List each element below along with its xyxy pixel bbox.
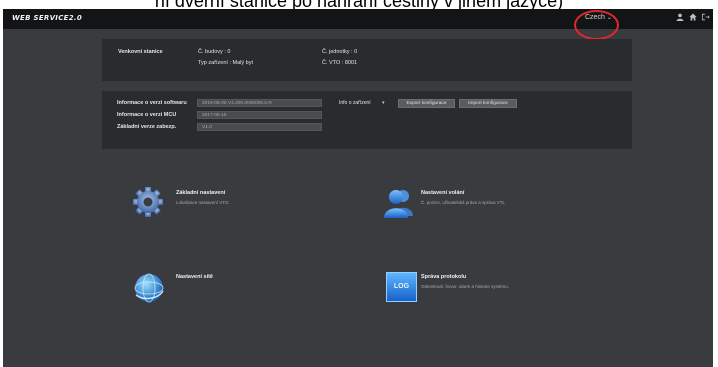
log-management-desc: Odemknutí, hovor, alarm a historie systé… bbox=[421, 284, 510, 289]
device-type: Typ zařízení : Malý byt bbox=[198, 60, 254, 66]
call-settings-tile[interactable]: Nastavení volání Č. pozice, uživatelská … bbox=[383, 184, 583, 224]
software-version-label: Informace o verzi softwaru bbox=[117, 100, 187, 106]
web-service-app: WEB SERVICE2.0 Czech ⌄ Venkovní stanice Č… bbox=[3, 9, 713, 367]
globe-icon bbox=[134, 273, 164, 303]
building-number: Č. budovy : 0 bbox=[198, 49, 231, 55]
software-info-panel: Informace o verzi softwaru 2019-05-05 V4… bbox=[102, 91, 632, 149]
network-settings-tile[interactable]: Nastavení sítě bbox=[130, 269, 330, 313]
app-logo: WEB SERVICE2.0 bbox=[12, 14, 83, 22]
import-config-button[interactable]: Import konfigurace bbox=[459, 99, 517, 108]
basic-settings-title: Základní nastavení bbox=[176, 190, 226, 196]
network-settings-title: Nastavení sítě bbox=[176, 274, 213, 280]
highlight-circle bbox=[574, 10, 619, 40]
select-caret-icon: ▾ bbox=[382, 100, 385, 106]
logout-icon[interactable] bbox=[701, 13, 710, 23]
log-icon-label: LOG bbox=[393, 283, 410, 290]
station-type: Venkovní stanice bbox=[118, 49, 163, 55]
security-version-field: V1.0 bbox=[197, 123, 322, 131]
call-settings-title: Nastavení volání bbox=[421, 190, 465, 196]
gear-icon bbox=[133, 187, 163, 217]
device-info-select[interactable]: Info o zařízení ▾ bbox=[339, 99, 389, 108]
log-management-title: Správa protokolu bbox=[421, 274, 467, 280]
home-icon[interactable] bbox=[689, 13, 697, 23]
log-icon: LOG bbox=[386, 272, 417, 302]
export-config-button[interactable]: Export konfigurace bbox=[398, 99, 455, 108]
unit-number: Č. jednotky : 0 bbox=[322, 49, 358, 55]
log-management-tile[interactable]: LOG Správa protokolu Odemknutí, hovor, a… bbox=[383, 269, 583, 313]
basic-settings-desc: Lokalizace nastavení VTO. bbox=[176, 200, 230, 205]
security-version-label: Základní verze zabezp. bbox=[117, 124, 177, 130]
device-info-panel: Venkovní stanice Č. budovy : 0 Typ zaříz… bbox=[102, 39, 632, 81]
mcu-version-field: 2017-05-15 bbox=[197, 111, 322, 119]
user-group-icon bbox=[384, 190, 413, 218]
device-info-select-value: Info o zařízení bbox=[339, 100, 371, 106]
basic-settings-tile[interactable]: Základní nastavení Lokalizace nastavení … bbox=[130, 184, 330, 224]
call-settings-desc: Č. pozice, uživatelská práva a správa VT… bbox=[421, 200, 506, 205]
vto-number: Č. VTO : 8001 bbox=[322, 60, 358, 66]
mcu-version-label: Informace o verzi MCU bbox=[117, 112, 177, 118]
software-version-field: 2019-05-05 V4.200.0000000.0.R bbox=[197, 99, 322, 107]
user-icon[interactable] bbox=[676, 13, 684, 23]
